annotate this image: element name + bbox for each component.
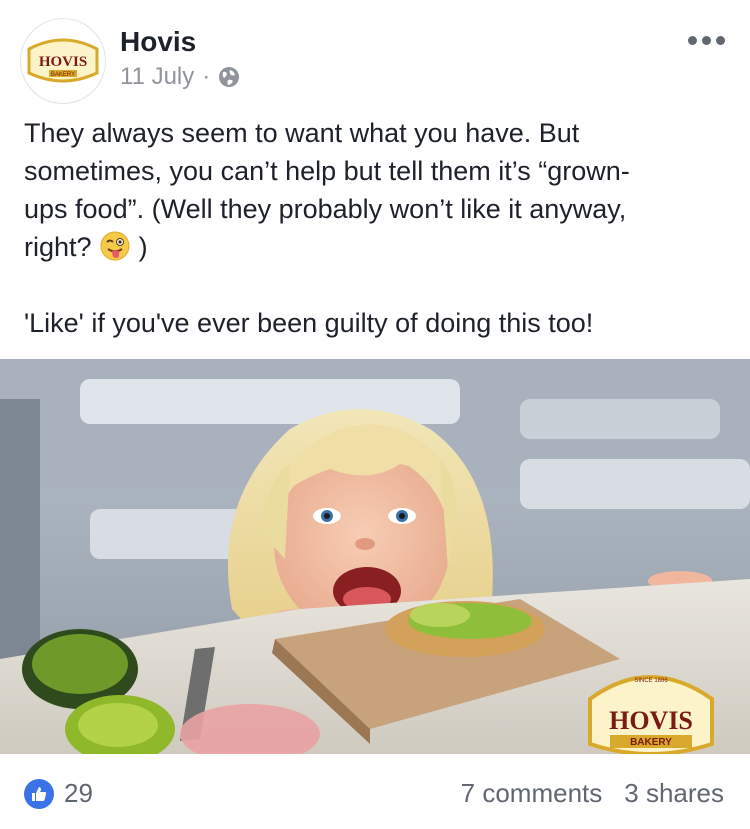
logo-since: SINCE 1886 (634, 678, 668, 684)
post-header: HOVIS BAKERY Hovis 11 July · (0, 0, 750, 110)
post-meta: 11 July · (120, 63, 240, 91)
comments-link[interactable]: 7 comments (461, 778, 603, 809)
page-name[interactable]: Hovis (120, 26, 196, 58)
watermark-brand: HOVIS (609, 706, 693, 735)
post-text: They always seem to want what you have. … (24, 114, 724, 342)
hovis-watermark-logo: SINCE 1886 HOVIS BAKERY (588, 675, 714, 754)
logo-sub: BAKERY (51, 72, 75, 78)
post-text-line: sometimes, you can’t help but tell them … (24, 156, 630, 186)
more-options-icon[interactable] (688, 30, 728, 50)
globe-icon[interactable] (218, 66, 240, 88)
post-text-line: 'Like' if you've ever been guilty of doi… (24, 308, 594, 338)
post-image[interactable]: SINCE 1886 HOVIS BAKERY (0, 359, 750, 754)
thumbs-up-icon (24, 778, 54, 809)
post-date[interactable]: 11 July (120, 63, 194, 91)
post-text-line: They always seem to want what you have. … (24, 118, 580, 148)
post-text-line: ups food”. (Well they probably won’t lik… (24, 194, 627, 224)
toddler-photo: SINCE 1886 HOVIS BAKERY (0, 359, 750, 754)
like-count: 29 (64, 778, 93, 808)
reactions-summary[interactable]: 29 (24, 778, 93, 809)
shares-link[interactable]: 3 shares (624, 778, 724, 809)
meta-separator: · (202, 63, 211, 90)
hovis-logo: HOVIS BAKERY (27, 38, 99, 83)
page-avatar[interactable]: HOVIS BAKERY (20, 18, 106, 104)
post-text-line: right? ) (24, 228, 724, 266)
logo-brand: HOVIS (39, 54, 87, 70)
post-text-fragment: ) (138, 232, 148, 262)
post-footer: 29 7 comments 3 shares (0, 754, 750, 829)
watermark-sub: BAKERY (630, 737, 672, 748)
winking-tongue-face-emoji (100, 231, 130, 261)
post-text-fragment: right? (24, 232, 92, 262)
engagement-stats: 7 comments 3 shares (461, 778, 724, 809)
